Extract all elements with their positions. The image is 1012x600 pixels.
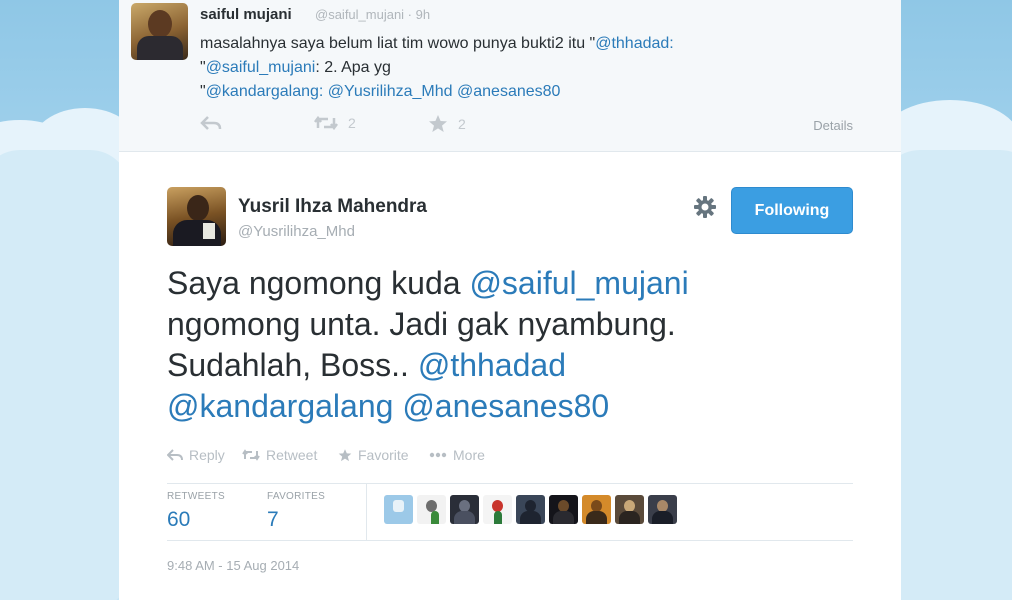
reply-button[interactable]: [200, 115, 222, 131]
tweet-actions: 2 2: [200, 115, 860, 137]
avatar-body: [431, 511, 439, 524]
cloud-decoration: [0, 150, 130, 600]
mention-link[interactable]: @Yusrilihza_Mhd: [328, 83, 453, 100]
following-button[interactable]: Following: [731, 187, 853, 234]
favorite-button[interactable]: 2: [428, 115, 466, 133]
avatar-body: [586, 511, 607, 524]
retweet-count: 2: [348, 115, 356, 131]
tweet-text-line: Saya ngomong kuda @saiful_mujani: [167, 263, 807, 304]
avatar-body: [652, 511, 673, 524]
text-segment: Saya ngomong kuda: [167, 265, 470, 301]
avatar-body: [494, 511, 502, 524]
details-link[interactable]: Details: [813, 118, 853, 133]
retweet-icon: [314, 115, 338, 131]
avatar-body: [553, 511, 574, 524]
divider: [167, 540, 853, 541]
user-name[interactable]: Yusril Ihza Mahendra: [238, 196, 427, 218]
retweet-button[interactable]: 2: [314, 115, 356, 131]
avatar-head: [393, 500, 404, 512]
avatar[interactable]: [131, 3, 188, 60]
reply-label: Reply: [189, 447, 225, 463]
avatar[interactable]: [549, 495, 578, 524]
reply-button[interactable]: Reply: [167, 447, 225, 463]
avatar-head: [148, 10, 172, 38]
tweet-text-line: "@saiful_mujani: 2. Apa yg: [200, 56, 840, 80]
avatar[interactable]: [582, 495, 611, 524]
context-tweet[interactable]: saiful mujani @saiful_mujani · 9h masala…: [119, 0, 901, 152]
user-handle-time[interactable]: @saiful_mujani · 9h: [315, 7, 430, 22]
tweet-text-line: "@kandargalang: @Yusrilihza_Mhd @anesane…: [200, 80, 840, 104]
favorite-label: Favorite: [358, 447, 409, 463]
avatar[interactable]: [615, 495, 644, 524]
tweet-text-line: Sudahlah, Boss.. @thhadad: [167, 345, 807, 386]
gear-icon[interactable]: [693, 195, 717, 219]
reply-icon: [200, 116, 222, 130]
favorite-button[interactable]: Favorite: [338, 447, 409, 463]
mention-link[interactable]: @saiful_mujani: [206, 59, 316, 76]
retweet-label: Retweet: [266, 447, 318, 463]
reply-icon: [167, 449, 183, 461]
avatar[interactable]: [450, 495, 479, 524]
favorite-star-icon: [429, 115, 447, 132]
favorites-label: FAVORITES: [267, 491, 326, 502]
favorites-stat[interactable]: FAVORITES 7: [267, 491, 325, 532]
more-label: More: [453, 447, 485, 463]
avatar-body: [619, 511, 640, 524]
text-segment: : 2. Apa yg: [315, 59, 391, 76]
user-handle[interactable]: @Yusrilihza_Mhd: [238, 223, 355, 240]
mention-link[interactable]: @kandargalang: [167, 388, 393, 424]
divider: [366, 484, 367, 540]
avatar-body: [454, 511, 475, 524]
avatar[interactable]: [417, 495, 446, 524]
tweet-permalink-card: saiful mujani @saiful_mujani · 9h masala…: [119, 0, 901, 600]
favorite-star-icon: [338, 448, 352, 461]
mention-link[interactable]: @thhadad:: [595, 35, 674, 52]
tweet-text-line: @kandargalang @anesanes80: [167, 386, 807, 427]
avatar-body: [137, 36, 183, 60]
tweet-timestamp[interactable]: 9:48 AM - 15 Aug 2014: [167, 558, 299, 573]
favorites-count: 7: [267, 508, 279, 531]
text-segment: masalahnya saya belum liat tim wowo puny…: [200, 35, 596, 52]
mention-link[interactable]: @thhadad: [418, 347, 566, 383]
tweet-text-line: masalahnya saya belum liat tim wowo puny…: [200, 32, 840, 56]
tweet-actions: Reply Retweet Favorite More: [167, 447, 567, 469]
avatar[interactable]: [167, 187, 226, 246]
retweet-button[interactable]: Retweet: [242, 447, 317, 463]
mention-link[interactable]: @kandargalang:: [206, 83, 324, 100]
avatar-head: [187, 195, 209, 221]
retweets-label: RETWEETS: [167, 491, 225, 502]
more-dots-icon: [429, 452, 447, 458]
tweet-text-line: ngomong unta. Jadi gak nyambung.: [167, 304, 807, 345]
avatar[interactable]: [648, 495, 677, 524]
text-segment: Sudahlah, Boss..: [167, 347, 418, 383]
retweet-icon: [242, 449, 260, 461]
tweet-text: Saya ngomong kuda @saiful_mujani ngomong…: [167, 263, 807, 427]
divider: [167, 483, 853, 484]
avatar[interactable]: [384, 495, 413, 524]
mention-link[interactable]: @anesanes80: [402, 388, 609, 424]
avatar-detail: [203, 223, 215, 239]
mention-link[interactable]: @anesanes80: [457, 83, 560, 100]
retweets-stat[interactable]: RETWEETS 60: [167, 491, 225, 532]
retweeter-avatars: [384, 495, 677, 524]
avatar[interactable]: [483, 495, 512, 524]
more-button[interactable]: More: [429, 447, 485, 463]
text-segment: ngomong unta. Jadi gak nyambung.: [167, 306, 676, 342]
user-name[interactable]: saiful mujani: [200, 6, 292, 23]
favorite-count: 2: [458, 116, 466, 132]
avatar[interactable]: [516, 495, 545, 524]
tweet-text: masalahnya saya belum liat tim wowo puny…: [200, 32, 840, 104]
mention-link[interactable]: @saiful_mujani: [469, 265, 688, 301]
avatar-body: [520, 511, 541, 524]
retweets-count: 60: [167, 508, 191, 531]
